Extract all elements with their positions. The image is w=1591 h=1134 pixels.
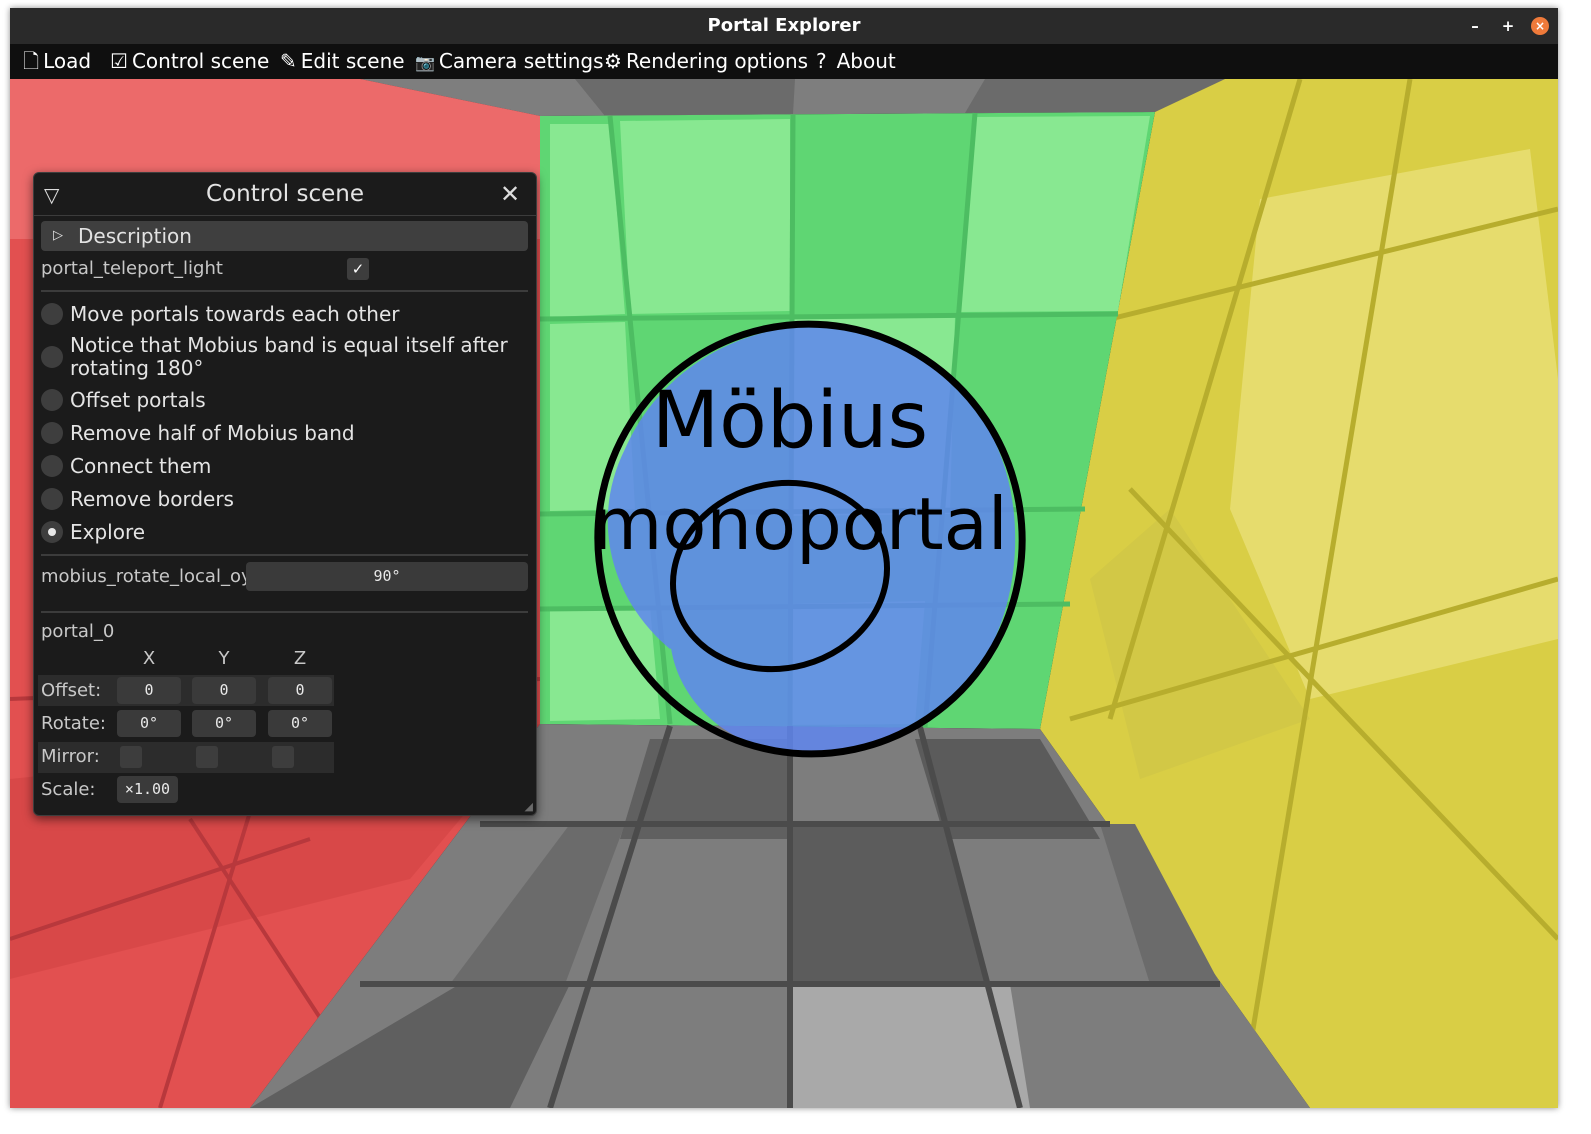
menu-control-scene-label: Control scene — [131, 49, 270, 73]
step-label: Explore — [70, 520, 146, 544]
window-title: Portal Explorer — [707, 15, 861, 36]
teleport-light-checkbox[interactable]: ✓ — [347, 258, 369, 280]
step-label: Remove half of Mobius band — [70, 421, 355, 445]
divider — [34, 215, 536, 216]
menu-control-scene[interactable]: ☑ Control scene — [110, 44, 269, 79]
step-label-continued: rotating 180° — [70, 356, 204, 380]
rotate-slider[interactable]: 90° — [246, 562, 528, 591]
rotate-slider-label: mobius_rotate_local_oy — [41, 566, 252, 587]
column-y-header: Y — [218, 648, 230, 669]
scene-viewport[interactable]: Möbius monoportal ▽ Control scene ✕ ▷ De… — [10, 79, 1558, 1108]
maximize-button[interactable]: + — [1499, 17, 1517, 35]
rotate-y-field[interactable]: 0° — [192, 710, 256, 737]
radio-button[interactable] — [41, 455, 63, 477]
divider — [41, 611, 528, 613]
column-z-header: Z — [293, 648, 307, 669]
portal-name: portal_0 — [41, 621, 115, 642]
gear-icon: ⚙ — [604, 49, 622, 73]
checkbox-icon: ☑ — [110, 49, 128, 73]
question-icon: ? — [816, 49, 827, 73]
overlay-title-line1: Möbius — [652, 376, 928, 466]
rotate-x-field[interactable]: 0° — [117, 710, 181, 737]
offset-y-field[interactable]: 0 — [192, 677, 256, 704]
menu-camera-settings[interactable]: 📷 Camera settings — [415, 44, 604, 79]
menu-load-label: Load — [43, 49, 92, 73]
minimize-button[interactable]: – — [1466, 17, 1484, 35]
radio-button-selected[interactable] — [41, 521, 63, 543]
radio-button[interactable] — [41, 389, 63, 411]
column-x-header: X — [142, 648, 156, 669]
menu-rendering-options-label: Rendering options — [625, 49, 809, 73]
menu-load[interactable]: 🗋 Load — [23, 44, 91, 79]
file-icon: 🗋 — [23, 49, 40, 73]
scale-label: Scale: — [41, 779, 96, 800]
step-label: Offset portals — [70, 388, 206, 412]
offset-x-field[interactable]: 0 — [117, 677, 181, 704]
menu-bar: 🗋 Load ☑ Control scene ✎ Edit scene 📷 Camera… — [10, 44, 1558, 79]
radio-button[interactable] — [41, 422, 63, 444]
app-window: Portal Explorer – + × 🗋 Load ☑ Control sce… — [10, 8, 1558, 1108]
description-header[interactable]: ▷ Description — [41, 221, 528, 251]
menu-camera-settings-label: Camera settings — [438, 49, 604, 73]
rotate-z-field[interactable]: 0° — [268, 710, 332, 737]
step-label: Remove borders — [70, 487, 234, 511]
step-label: Connect them — [70, 454, 212, 478]
control-scene-panel: ▽ Control scene ✕ ▷ Description portal_t… — [33, 172, 537, 816]
close-button[interactable]: × — [1531, 17, 1549, 35]
title-bar: Portal Explorer – + × — [10, 8, 1558, 44]
mirror-y-checkbox[interactable] — [196, 746, 218, 768]
mirror-x-checkbox[interactable] — [120, 746, 142, 768]
menu-rendering-options[interactable]: ⚙ Rendering options — [604, 44, 808, 79]
divider — [41, 554, 528, 556]
menu-about-label: About — [836, 49, 896, 73]
panel-title: Control scene — [206, 181, 364, 207]
pencil-icon: ✎ — [280, 49, 297, 73]
menu-edit-scene[interactable]: ✎ Edit scene — [280, 44, 405, 79]
description-label: Description — [78, 224, 192, 248]
expand-triangle-icon: ▷ — [53, 228, 63, 243]
step-label: Notice that Mobius band is equal itself … — [70, 333, 508, 357]
overlay-title-line2: monoportal — [592, 482, 1008, 566]
mirror-label: Mirror: — [41, 746, 100, 767]
radio-button[interactable] — [41, 488, 63, 510]
menu-about[interactable]: ? About — [816, 44, 896, 79]
offset-z-field[interactable]: 0 — [268, 677, 332, 704]
offset-label: Offset: — [41, 680, 102, 701]
close-icon[interactable]: ✕ — [500, 179, 520, 209]
resize-handle-icon[interactable]: ◢ — [525, 801, 533, 812]
scale-field[interactable]: ×1.00 — [117, 776, 178, 803]
radio-button[interactable] — [41, 346, 63, 368]
menu-edit-scene-label: Edit scene — [300, 49, 405, 73]
step-label: Move portals towards each other — [70, 302, 400, 326]
mirror-z-checkbox[interactable] — [272, 746, 294, 768]
rotate-label: Rotate: — [41, 713, 106, 734]
camera-icon: 📷 — [415, 53, 435, 72]
divider — [41, 290, 528, 292]
radio-button[interactable] — [41, 303, 63, 325]
teleport-light-label: portal_teleport_light — [41, 258, 223, 279]
